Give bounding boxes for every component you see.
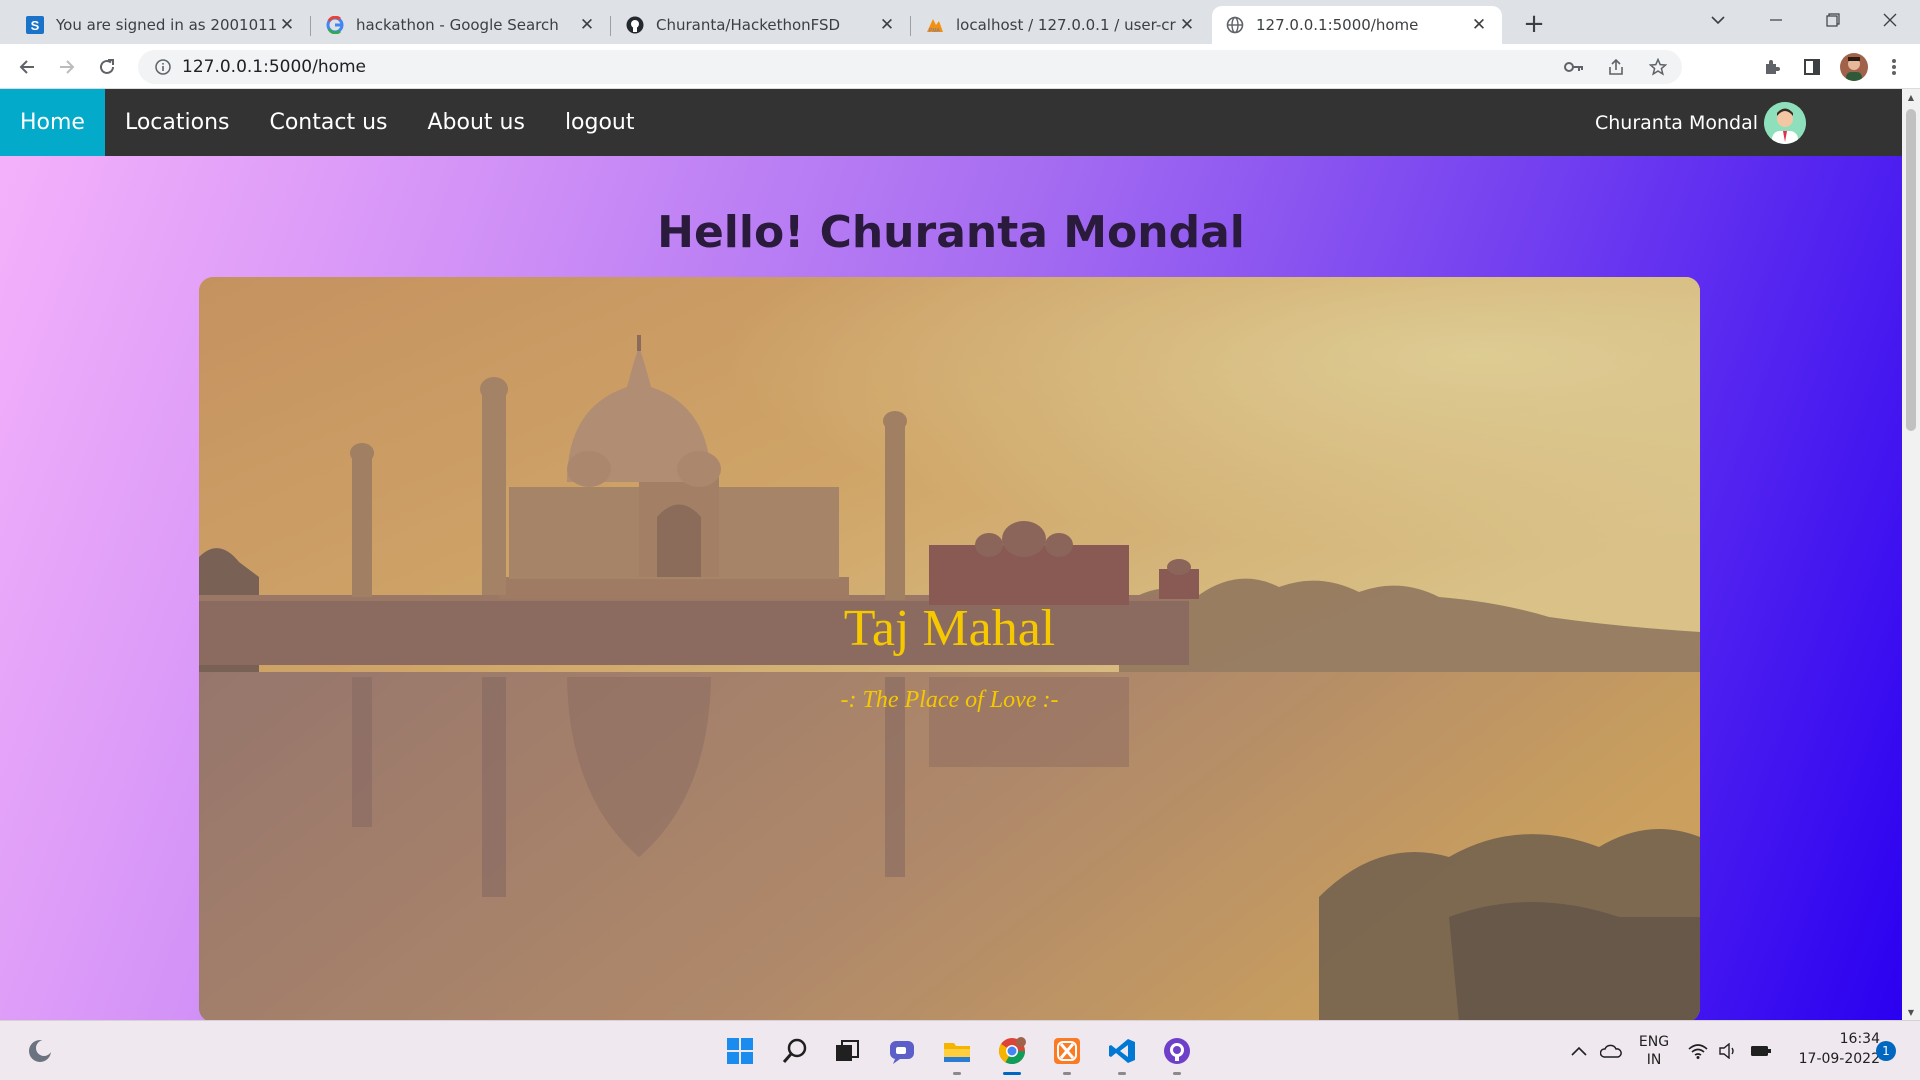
close-icon[interactable]: ✕ xyxy=(1176,14,1198,36)
close-icon[interactable]: ✕ xyxy=(276,14,298,36)
clock-time: 16:34 xyxy=(1839,1031,1880,1047)
phpmyadmin-icon: PMA xyxy=(926,16,944,34)
user-avatar-icon xyxy=(1764,101,1806,144)
forward-icon[interactable] xyxy=(50,50,84,84)
close-icon[interactable]: ✕ xyxy=(1468,14,1490,36)
language-indicator[interactable]: ENG IN xyxy=(1636,1021,1672,1080)
profile-avatar[interactable] xyxy=(1840,53,1868,81)
key-icon[interactable] xyxy=(1562,55,1586,79)
close-icon[interactable]: ✕ xyxy=(576,14,598,36)
close-icon[interactable]: ✕ xyxy=(876,14,898,36)
tab-title: localhost / 127.0.0.1 / user-cred / xyxy=(956,16,1176,34)
minimize-button[interactable] xyxy=(1748,0,1804,40)
new-tab-button[interactable]: + xyxy=(1518,8,1550,40)
onedrive-icon[interactable] xyxy=(1600,1021,1622,1080)
region-code: IN xyxy=(1646,1052,1662,1068)
site-navbar: Home Locations Contact us About us logou… xyxy=(0,89,1902,156)
notification-badge[interactable]: 1 xyxy=(1876,1041,1896,1061)
nav-logout[interactable]: logout xyxy=(545,89,655,156)
tray-overflow-icon[interactable] xyxy=(1570,1021,1588,1080)
tab-github[interactable]: Churanta/HackethonFSD ✕ xyxy=(612,6,911,44)
clock-date: 17-09-2022 xyxy=(1798,1051,1880,1067)
nav-contact-us[interactable]: Contact us xyxy=(249,89,407,156)
scroll-down-icon[interactable]: ▼ xyxy=(1906,1007,1916,1017)
tab-strip: S You are signed in as 2001011369 ✕ hack… xyxy=(0,0,1920,44)
page-viewport: Home Locations Contact us About us logou… xyxy=(0,89,1902,1020)
side-panel-icon[interactable] xyxy=(1800,55,1824,79)
tab-title: You are signed in as 2001011369 xyxy=(56,16,276,34)
github-icon xyxy=(626,16,644,34)
svg-text:S: S xyxy=(31,18,40,33)
search-icon[interactable] xyxy=(775,1031,815,1071)
greeting-heading: Hello! Churanta Mondal xyxy=(657,207,1245,258)
tab-phpmyadmin[interactable]: PMA localhost / 127.0.0.1 / user-cred / … xyxy=(912,6,1210,44)
lang-code: ENG xyxy=(1638,1034,1670,1050)
tab-home[interactable]: 127.0.0.1:5000/home ✕ xyxy=(1212,6,1502,44)
taskbar: ENG IN 16:34 17-09-2022 1 xyxy=(0,1020,1920,1080)
teams-chat-icon[interactable] xyxy=(882,1031,922,1071)
nav-locations[interactable]: Locations xyxy=(105,89,250,156)
browser-toolbar: 127.0.0.1:5000/home xyxy=(0,44,1920,89)
chrome-icon[interactable] xyxy=(992,1031,1032,1075)
back-icon[interactable] xyxy=(10,50,44,84)
nav-about-us[interactable]: About us xyxy=(407,89,544,156)
battery-icon[interactable] xyxy=(1750,1021,1772,1080)
share-icon[interactable] xyxy=(1604,55,1628,79)
scroll-up-icon[interactable]: ▲ xyxy=(1906,92,1916,102)
tab-title: Churanta/HackethonFSD xyxy=(656,16,841,34)
address-bar[interactable]: 127.0.0.1:5000/home xyxy=(138,50,1682,84)
extensions-icon[interactable] xyxy=(1760,55,1784,79)
file-explorer-icon[interactable] xyxy=(937,1031,977,1075)
menu-kebab-icon[interactable] xyxy=(1882,55,1906,79)
user-menu[interactable]: Churanta Mondal xyxy=(1595,89,1806,156)
tab-google-search[interactable]: hackathon - Google Search ✕ xyxy=(312,6,611,44)
scroll-thumb[interactable] xyxy=(1906,109,1916,431)
restore-button[interactable] xyxy=(1805,0,1861,40)
wifi-icon[interactable] xyxy=(1688,1021,1708,1080)
hero-card: Taj Mahal -: The Place of Love :- xyxy=(199,277,1700,1020)
svg-text:PMA: PMA xyxy=(929,28,941,34)
nav-home[interactable]: Home xyxy=(0,89,105,156)
page-scrollbar[interactable]: ▲ ▼ xyxy=(1902,89,1920,1020)
task-view-icon[interactable] xyxy=(827,1031,867,1071)
weather-widget-icon[interactable] xyxy=(20,1031,60,1071)
close-window-button[interactable] xyxy=(1862,0,1918,40)
info-icon[interactable] xyxy=(148,59,178,75)
globe-icon xyxy=(1226,16,1244,34)
system-clock[interactable]: 16:34 17-09-2022 xyxy=(1780,1029,1880,1069)
bookmark-star-icon[interactable] xyxy=(1646,55,1670,79)
tab-title: 127.0.0.1:5000/home xyxy=(1256,16,1419,34)
xampp-icon[interactable] xyxy=(1047,1031,1087,1075)
user-name: Churanta Mondal xyxy=(1594,111,1758,134)
s-icon: S xyxy=(26,16,44,34)
hero-title: Taj Mahal xyxy=(843,600,1056,657)
google-icon xyxy=(326,16,344,34)
hero-subtitle: -: The Place of Love :- xyxy=(840,687,1059,713)
vscode-icon[interactable] xyxy=(1102,1031,1142,1075)
tab-search-icon[interactable] xyxy=(1690,0,1746,40)
url-text: 127.0.0.1:5000/home xyxy=(182,57,367,77)
reload-icon[interactable] xyxy=(90,50,124,84)
tab-signed-in[interactable]: S You are signed in as 2001011369 ✕ xyxy=(12,6,311,44)
tab-title: hackathon - Google Search xyxy=(356,16,559,34)
volume-icon[interactable] xyxy=(1718,1021,1738,1080)
github-desktop-icon[interactable] xyxy=(1157,1031,1197,1075)
start-button[interactable] xyxy=(720,1031,760,1071)
